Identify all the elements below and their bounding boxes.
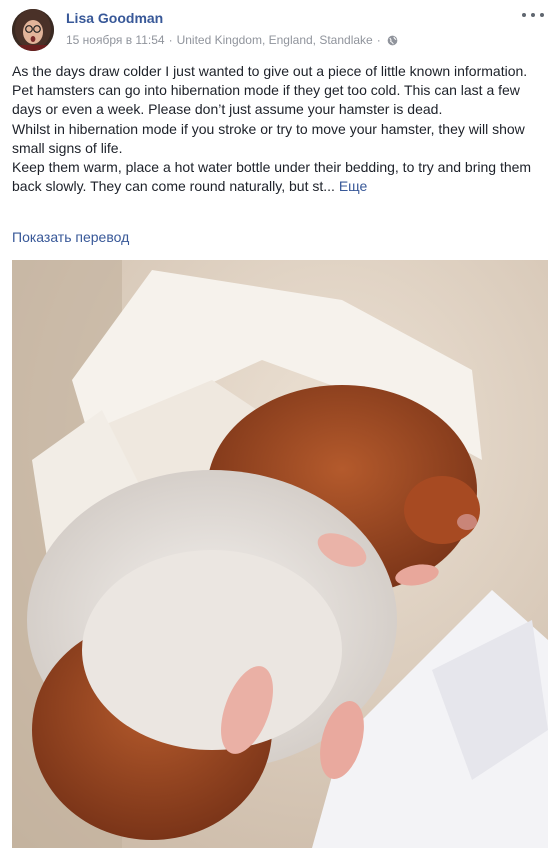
globe-icon[interactable] <box>387 35 398 46</box>
post-meta: 15 ноября в 11:54 · United Kingdom, Engl… <box>66 33 398 47</box>
post-paragraph: Whilst in hibernation mode if you stroke… <box>12 120 525 156</box>
author-name[interactable]: Lisa Goodman <box>66 10 163 26</box>
meta-separator: · <box>376 33 381 47</box>
see-more-link[interactable]: Еще <box>339 178 368 194</box>
avatar[interactable] <box>12 9 54 51</box>
more-horizontal-icon[interactable] <box>522 8 544 22</box>
post-paragraph-text: Keep them warm, place a hot water bottle… <box>12 159 532 195</box>
post-text: As the days draw colder I just wanted to… <box>12 62 544 196</box>
post-paragraph: Keep them warm, place a hot water bottle… <box>12 158 544 196</box>
show-translation-link[interactable]: Показать перевод <box>12 229 129 245</box>
post-date[interactable]: 15 ноября в 11:54 <box>66 33 165 47</box>
post-location[interactable]: United Kingdom, England, Standlake <box>177 33 373 47</box>
post-paragraph: As the days draw colder I just wanted to… <box>12 63 528 79</box>
meta-separator: · <box>168 33 173 47</box>
hamster-photo-image <box>12 260 548 848</box>
post-photo[interactable] <box>12 260 548 848</box>
post-paragraph: Pet hamsters can go into hibernation mod… <box>12 82 520 118</box>
facebook-post: Lisa Goodman 15 ноября в 11:54 · United … <box>0 0 552 848</box>
avatar-image <box>12 9 54 51</box>
